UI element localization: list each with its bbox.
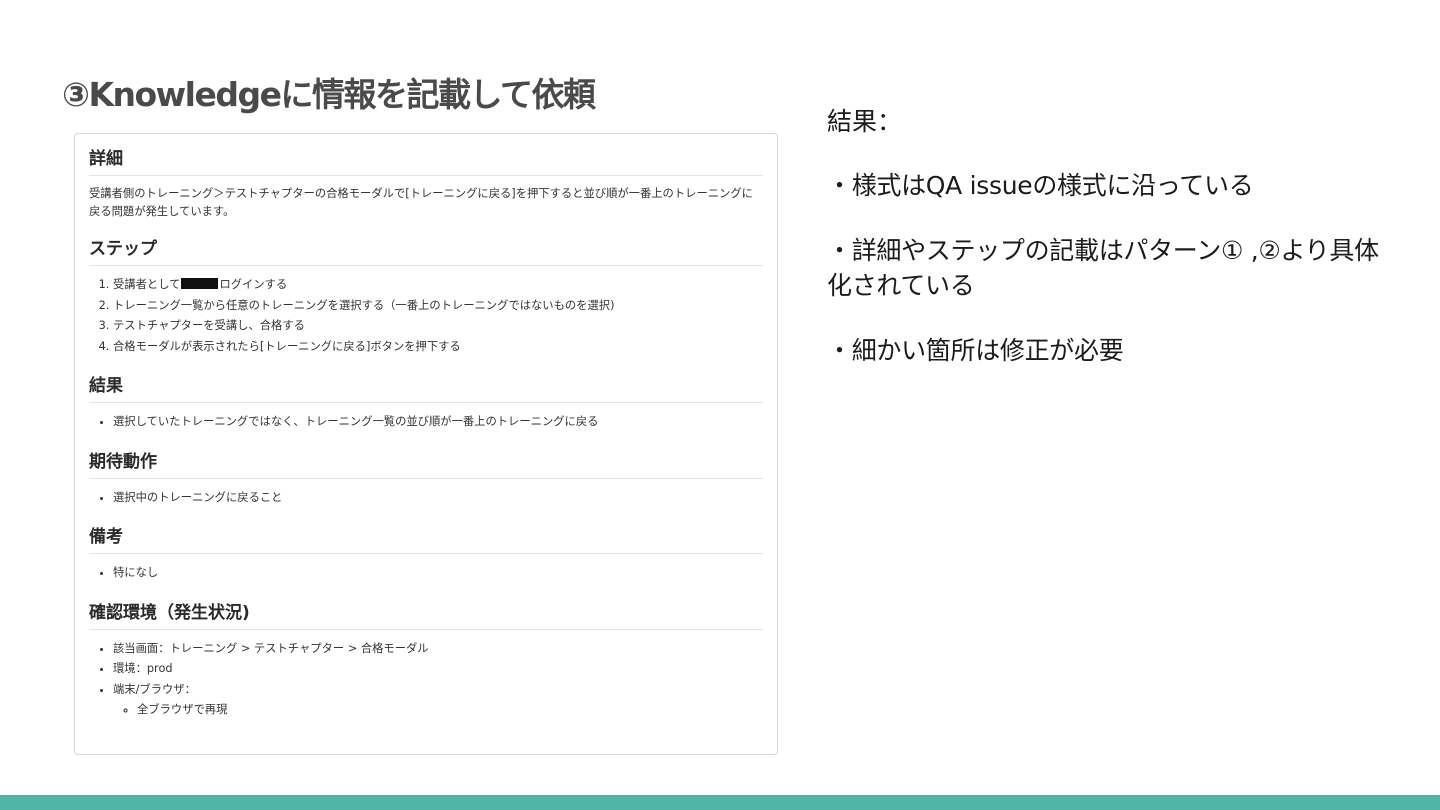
step-item: 受講者として ログインする [113,275,763,296]
list-item: 端末/ブラウザ： 全ブラウザで再現 [113,680,763,720]
result-point: ・詳細やステップの記載はパターン① ,②より具体化されている [827,236,1379,300]
notes-section: 備考 特になし [89,522,763,584]
list-item-text: 端末/ブラウザ： [113,682,196,696]
document-tab-notch [125,134,187,136]
result-panel: 結果： ・様式はQA issueの様式に沿っている ・詳細やステップの記載はパタ… [827,104,1387,398]
environment-heading: 確認環境（発生状況) [89,598,763,630]
sublist-item: 全ブラウザで再現 [137,700,763,719]
footer-bar [0,795,1440,810]
result-section: 結果 選択していたトレーニングではなく、トレーニング一覧の並び順が一番上のトレー… [89,371,763,433]
list-item: 選択中のトレーニングに戻ること [113,488,763,509]
steps-section: ステップ 受講者として ログインする トレーニング一覧から任意のトレーニングを選択… [89,234,763,357]
environment-sublist: 全ブラウザで再現 [113,700,763,719]
list-item: 該当画面：トレーニング > テストチャプター > 合格モーダル [113,639,763,660]
details-heading: 詳細 [89,144,763,176]
step-item: 合格モーダルが表示されたら[トレーニングに戻る]ボタンを押下する [113,337,763,358]
expected-list: 選択中のトレーニングに戻ること [89,488,763,509]
step-item: テストチャプターを受講し、合格する [113,316,763,337]
notes-list: 特になし [89,563,763,584]
list-item: 特になし [113,563,763,584]
environment-list: 該当画面：トレーニング > テストチャプター > 合格モーダル 環境：prod … [89,639,763,720]
step-text: ログインする [219,278,288,291]
details-section: 詳細 受講者側のトレーニング＞テストチャプターの合格モーダルで[トレーニングに戻… [89,144,763,221]
list-item: 環境：prod [113,659,763,680]
result-point: ・様式はQA issueの様式に沿っている [827,171,1254,200]
knowledge-document-screenshot: 詳細 受講者側のトレーニング＞テストチャプターの合格モーダルで[トレーニングに戻… [74,133,778,755]
expected-section: 期待動作 選択中のトレーニングに戻ること [89,447,763,509]
list-item: 選択していたトレーニングではなく、トレーニング一覧の並び順が一番上のトレーニング… [113,412,763,433]
result-heading: 結果 [89,371,763,403]
result-list: 選択していたトレーニングではなく、トレーニング一覧の並び順が一番上のトレーニング… [89,412,763,433]
result-point: ・細かい箇所は修正が必要 [827,336,1124,365]
details-text: 受講者側のトレーニング＞テストチャプターの合格モーダルで[トレーニングに戻る]を… [89,187,753,218]
step-item: トレーニング一覧から任意のトレーニングを選択する（一番上のトレーニングではないも… [113,296,763,317]
notes-heading: 備考 [89,522,763,554]
result-label: 結果： [827,107,903,136]
step-text: 受講者として [113,278,181,291]
redacted-block [181,278,219,289]
steps-list: 受講者として ログインする トレーニング一覧から任意のトレーニングを選択する（一番… [89,275,763,357]
environment-section: 確認環境（発生状況) 該当画面：トレーニング > テストチャプター > 合格モー… [89,598,763,720]
expected-heading: 期待動作 [89,447,763,479]
steps-heading: ステップ [89,234,763,266]
slide-title: ③Knowledgeに情報を記載して依頼 [62,75,596,114]
